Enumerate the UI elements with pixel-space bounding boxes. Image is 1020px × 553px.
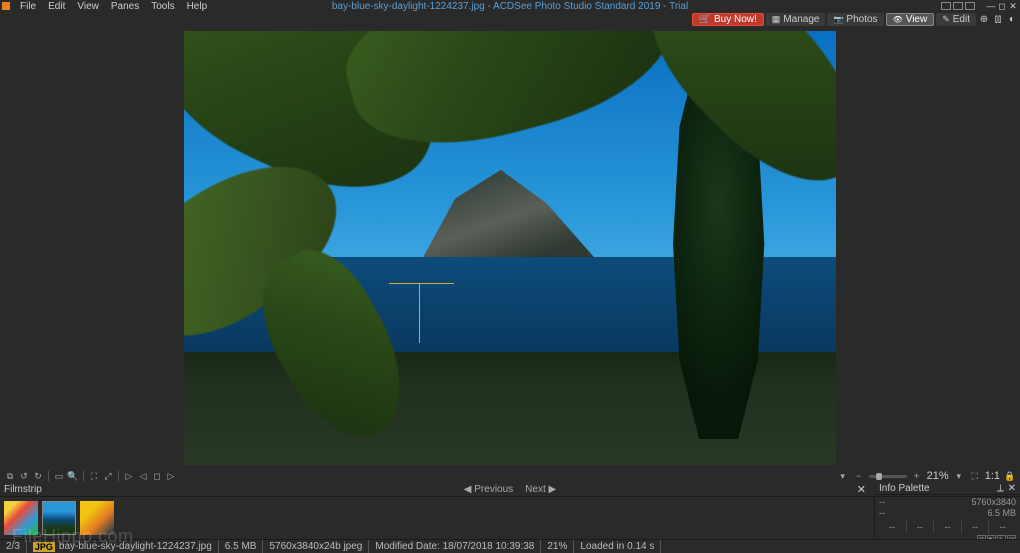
histogram-icon[interactable]: ⫾⫾ xyxy=(992,14,1004,26)
zoom-controls: ▾ − + 21% ▾ ⛶ 1:1 🔒 xyxy=(837,470,1016,482)
close-button[interactable]: ✕ xyxy=(1008,2,1018,10)
status-index: 2/3 xyxy=(0,540,27,553)
buy-now-button[interactable]: 🛒Buy Now! xyxy=(692,13,764,26)
menu-tools[interactable]: Tools xyxy=(145,1,180,12)
info-dash-2: -- xyxy=(879,508,885,519)
info-filesize: 6.5 MB xyxy=(987,508,1016,519)
play-icon[interactable]: ▷ xyxy=(123,470,135,482)
eye-icon xyxy=(893,14,903,25)
minimize-button[interactable]: — xyxy=(986,2,996,10)
info-cell-3: -- xyxy=(934,521,962,533)
info-dash-1: -- xyxy=(879,497,885,508)
layout-icon-1[interactable] xyxy=(941,2,951,10)
zoom-out-icon[interactable]: − xyxy=(853,470,865,482)
app-icon xyxy=(2,2,10,10)
info-cell-1: -- xyxy=(879,521,907,533)
next-button[interactable]: Next ▶ xyxy=(525,484,556,495)
jpg-badge: JPG xyxy=(33,542,55,552)
status-dimensions: 5760x3840x24b jpeg xyxy=(263,540,369,553)
info-cell-2: -- xyxy=(907,521,935,533)
filmstrip-label: Filmstrip xyxy=(4,484,42,495)
external-editor-icon[interactable]: ⧉ xyxy=(4,470,16,482)
zoom-ratio: 1:1 xyxy=(985,470,1000,482)
dropdown-icon[interactable]: ▾ xyxy=(837,470,849,482)
next-nav-icon[interactable]: ▷ xyxy=(165,470,177,482)
rotate-left-icon[interactable]: ↺ xyxy=(18,470,30,482)
close-palette-icon[interactable]: ✕ xyxy=(1008,483,1016,494)
displayed-photo xyxy=(184,31,836,465)
previous-button[interactable]: ◀ Previous xyxy=(464,484,513,495)
filmstrip-nav: Filmstrip ◀ Previous Next ▶ ✕ xyxy=(0,483,1020,497)
status-filename-cell: JPG bay-blue-sky-daylight-1224237.jpg xyxy=(27,540,219,553)
status-filename: bay-blue-sky-daylight-1224237.jpg xyxy=(59,541,212,552)
zoom-slider[interactable] xyxy=(869,475,907,478)
cart-icon: 🛒 xyxy=(699,14,711,25)
menu-view[interactable]: View xyxy=(71,1,105,12)
menu-help[interactable]: Help xyxy=(181,1,214,12)
status-loadtime: Loaded in 0.14 s xyxy=(574,540,661,553)
manage-mode-button[interactable]: Manage xyxy=(766,13,826,26)
three-sixty-icon[interactable]: ⊕ xyxy=(978,14,990,26)
zoom-percent: 21% xyxy=(927,470,949,482)
zoom-menu-icon[interactable]: ▾ xyxy=(953,470,965,482)
prev-nav-icon[interactable]: ◁ xyxy=(137,470,149,482)
filmstrip[interactable] xyxy=(0,497,874,539)
pin-icon[interactable]: ⟂ xyxy=(997,483,1004,494)
window-controls: — ◻ ✕ xyxy=(941,2,1018,10)
edit-mode-button[interactable]: Edit xyxy=(936,13,976,26)
status-zoom: 21% xyxy=(541,540,574,553)
rotate-right-icon[interactable]: ↻ xyxy=(32,470,44,482)
menu-panes[interactable]: Panes xyxy=(105,1,145,12)
window-title: bay-blue-sky-daylight-1224237.jpg - ACDS… xyxy=(332,1,688,12)
expand-icon[interactable]: ⤢ xyxy=(102,470,114,482)
bottom-panel: Info Palette ⟂ ✕ --5760x3840 --6.5 MB --… xyxy=(0,497,1020,539)
menu-file[interactable]: File xyxy=(14,1,42,12)
layout-icon-3[interactable] xyxy=(965,2,975,10)
mask-icon[interactable]: ◐ xyxy=(1006,14,1018,26)
photos-mode-button[interactable]: Photos xyxy=(827,13,883,26)
layout-icon-2[interactable] xyxy=(953,2,963,10)
fit-screen-icon[interactable]: ⛶ xyxy=(969,470,981,482)
zoom-tool-icon[interactable]: 🔍 xyxy=(67,470,79,482)
image-viewer[interactable] xyxy=(0,27,1020,469)
status-bar: 2/3 JPG bay-blue-sky-daylight-1224237.jpg… xyxy=(0,539,1020,553)
menu-edit[interactable]: Edit xyxy=(42,1,71,12)
lock-zoom-icon[interactable]: 🔒 xyxy=(1004,470,1016,482)
zoom-in-icon[interactable]: + xyxy=(911,470,923,482)
select-tool-icon[interactable]: ▭ xyxy=(53,470,65,482)
viewer-toolbar: ⧉ ↺ ↻ ▭ 🔍 ⛶ ⤢ ▷ ◁ ◻ ▷ ▾ − + 21% ▾ ⛶ 1:1 … xyxy=(0,469,1020,483)
thumbnail-2-selected[interactable] xyxy=(42,501,76,535)
stop-icon[interactable]: ◻ xyxy=(151,470,163,482)
info-dimensions: 5760x3840 xyxy=(971,497,1016,508)
maximize-button[interactable]: ◻ xyxy=(997,2,1007,10)
info-cell-5: -- xyxy=(989,521,1016,533)
close-filmstrip-icon[interactable]: ✕ xyxy=(857,483,866,496)
status-filesize: 6.5 MB xyxy=(219,540,264,553)
pencil-icon xyxy=(942,14,950,25)
status-modified: Modified Date: 18/07/2018 10:39:38 xyxy=(369,540,541,553)
mode-bar: 🛒Buy Now! Manage Photos View Edit ⊕ ⫾⫾ ◐ xyxy=(0,12,1020,27)
thumbnail-3[interactable] xyxy=(80,501,114,535)
info-palette-title: Info Palette xyxy=(879,483,930,494)
fit-icon[interactable]: ⛶ xyxy=(88,470,100,482)
menu-bar: File Edit View Panes Tools Help bay-blue… xyxy=(0,0,1020,12)
view-mode-button[interactable]: View xyxy=(886,13,935,26)
info-palette: Info Palette ⟂ ✕ --5760x3840 --6.5 MB --… xyxy=(874,497,1020,539)
grid-icon xyxy=(772,14,781,25)
camera-icon xyxy=(833,14,843,25)
thumbnail-1[interactable] xyxy=(4,501,38,535)
info-cell-4: -- xyxy=(962,521,990,533)
